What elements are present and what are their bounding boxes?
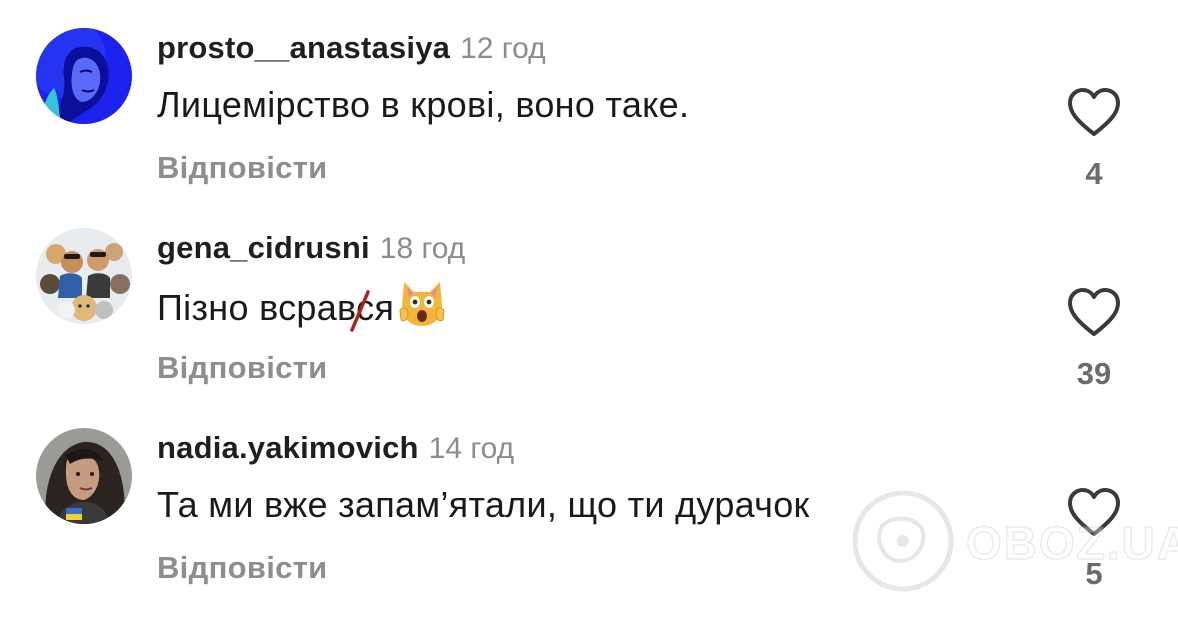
watermark-logo-icon <box>852 490 954 592</box>
reply-button[interactable]: Відповісти <box>157 550 328 586</box>
comment-text-content: Пізно всрався <box>157 287 395 329</box>
username[interactable]: prosto__anastasiya <box>157 30 450 65</box>
avatar[interactable] <box>36 28 132 124</box>
comment-item: prosto__anastasiya 12 год Лицемірство в к… <box>0 28 1178 228</box>
comment-text: Лицемірство в крові, воно таке. <box>157 84 690 125</box>
avatar[interactable] <box>36 228 132 324</box>
like-count: 39 <box>1076 356 1112 391</box>
like-button[interactable] <box>1062 282 1126 342</box>
like-button[interactable] <box>1062 82 1126 142</box>
avatar-woman-blue-icon <box>36 28 132 124</box>
comment-time: 12 год <box>460 32 546 65</box>
comment-text: Пізно всрався <box>157 282 448 337</box>
username[interactable]: nadia.yakimovich <box>157 430 419 465</box>
reply-button[interactable]: Відповісти <box>157 150 328 186</box>
heart-icon <box>1068 88 1120 136</box>
watermark: OBOZ.UA <box>848 486 1178 596</box>
comment-header: gena_cidrusni 18 год <box>157 228 465 268</box>
watermark-text: OBOZ.UA <box>965 516 1178 570</box>
comment-text: Та ми вже запам’ятали, що ти дурачок <box>157 484 810 525</box>
screaming-cat-emoji-icon <box>396 276 448 337</box>
avatar-woman-dark-hair-icon <box>36 428 132 524</box>
comment-header: prosto__anastasiya 12 год <box>157 28 546 68</box>
reply-button[interactable]: Відповісти <box>157 350 328 386</box>
like-count: 4 <box>1085 156 1103 191</box>
avatar[interactable] <box>36 428 132 524</box>
comment-item: gena_cidrusni 18 год Пізно всрався Відпов… <box>0 228 1178 428</box>
comment-time: 14 год <box>428 432 515 465</box>
heart-icon <box>1068 288 1120 336</box>
comment-header: nadia.yakimovich 14 год <box>157 428 514 468</box>
username[interactable]: gena_cidrusni <box>157 230 370 265</box>
comment-time: 18 год <box>379 232 466 265</box>
avatar-men-with-dogs-icon <box>36 228 132 324</box>
